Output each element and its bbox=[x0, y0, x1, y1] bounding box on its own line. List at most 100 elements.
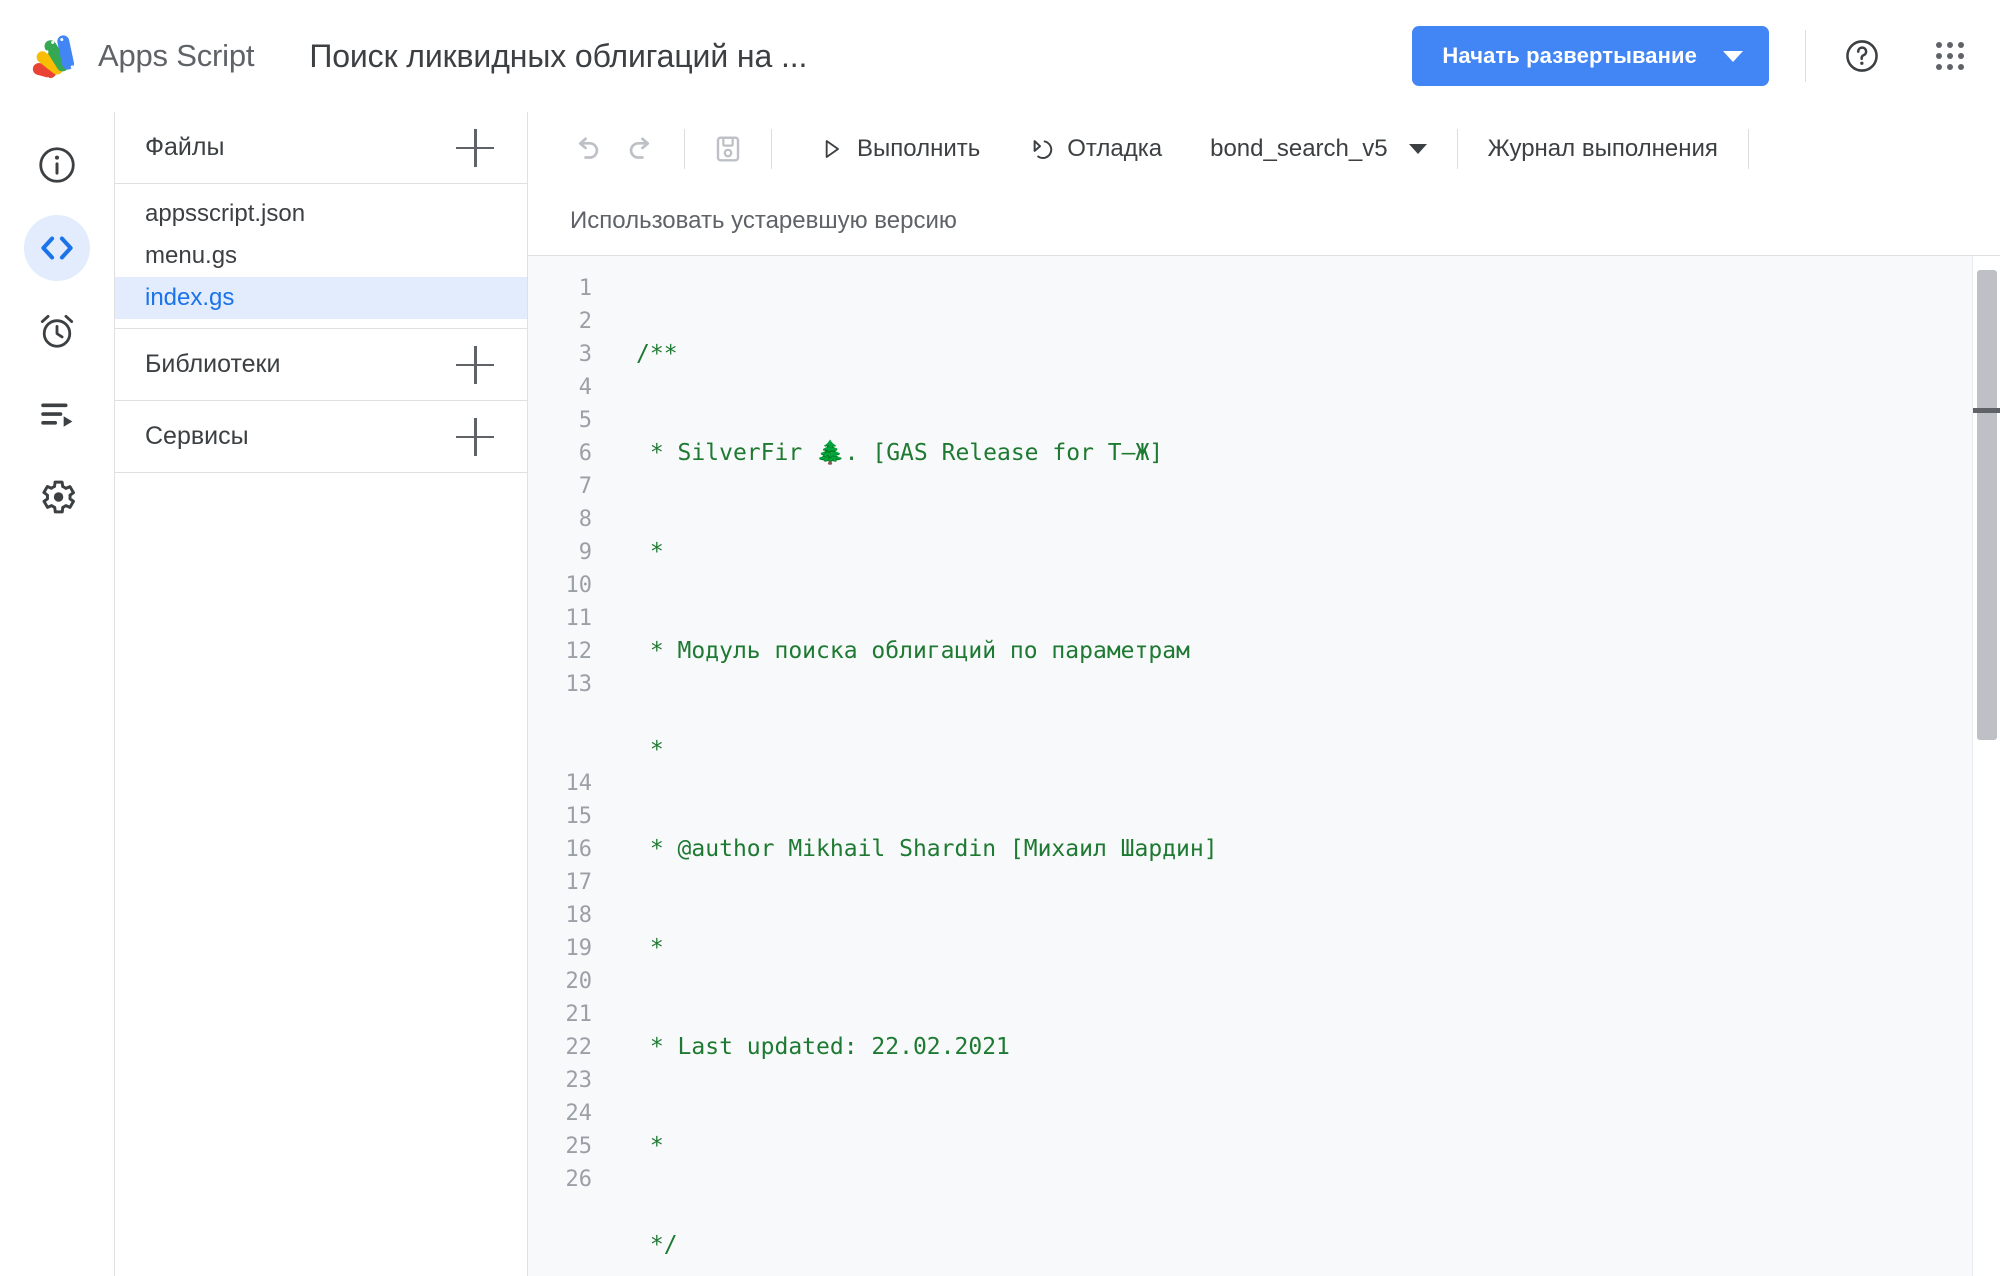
scrollbar-thumb[interactable] bbox=[1977, 270, 1997, 740]
legacy-version-notice-label: Использовать устаревшую версию bbox=[570, 206, 957, 234]
code-text: * bbox=[636, 1133, 664, 1159]
apps-script-logo bbox=[32, 35, 74, 81]
debug-button[interactable]: Отладка bbox=[1012, 127, 1176, 171]
line-number-gutter: 1 2 3 4 5 6 7 8 9 10 11 12 13 14 15 16 1… bbox=[528, 272, 610, 1276]
apps-grid-button[interactable] bbox=[1922, 28, 1978, 84]
redo-arrow-icon bbox=[629, 137, 650, 159]
code-content[interactable]: /** * SilverFir 🌲. [GAS Release for Т—Ж]… bbox=[610, 272, 1972, 1276]
add-file-button[interactable] bbox=[453, 126, 497, 170]
line-number: 14 bbox=[565, 771, 593, 796]
app-header: Apps Script Поиск ликвидных облигаций на… bbox=[0, 0, 2000, 112]
gear-icon bbox=[42, 480, 75, 514]
code-text: * bbox=[636, 539, 664, 565]
line-number: 7 bbox=[578, 474, 592, 499]
line-number: 9 bbox=[578, 540, 592, 565]
line-number: 21 bbox=[565, 1002, 593, 1027]
debug-button-label: Отладка bbox=[1067, 135, 1163, 162]
line-number: 22 bbox=[565, 1035, 593, 1060]
file-item-menu-gs[interactable]: menu.gs bbox=[115, 235, 527, 277]
code-text: * @author Mikhail Shardin [Михаил Шардин… bbox=[636, 836, 1218, 862]
header-divider bbox=[1805, 30, 1806, 82]
file-item-appsscript-json[interactable]: appsscript.json bbox=[115, 193, 527, 235]
line-number: 5 bbox=[578, 408, 592, 433]
code-line: * SilverFir 🌲. [GAS Release for Т—Ж] bbox=[636, 437, 1972, 470]
line-number: 15 bbox=[565, 804, 593, 829]
debug-bug-icon bbox=[1033, 140, 1053, 159]
execution-log-button[interactable]: Журнал выполнения bbox=[1474, 127, 1732, 171]
line-number: 19 bbox=[565, 936, 593, 961]
undo-button[interactable] bbox=[560, 122, 614, 176]
play-triangle-icon bbox=[825, 140, 839, 158]
line-number: 26 bbox=[565, 1167, 593, 1192]
sidebar-item-triggers[interactable] bbox=[24, 298, 90, 364]
toolbar-divider bbox=[771, 129, 772, 169]
app-body: Файлы appsscript.json menu.gs index.gs Б… bbox=[0, 112, 2000, 1276]
code-line: * bbox=[636, 536, 1972, 569]
info-circle-icon bbox=[39, 147, 75, 183]
file-name: index.gs bbox=[145, 284, 235, 311]
function-select[interactable]: bond_search_v5 bbox=[1196, 127, 1440, 171]
line-number: 13 bbox=[565, 672, 593, 697]
add-library-button[interactable] bbox=[453, 343, 497, 387]
execution-list-icon bbox=[41, 403, 73, 427]
services-section-header: Сервисы bbox=[115, 401, 527, 473]
save-button[interactable] bbox=[701, 122, 755, 176]
chevron-down-icon bbox=[1723, 50, 1743, 62]
editor-vertical-scrollbar[interactable] bbox=[1972, 256, 2000, 1276]
code-line: * Модуль поиска облигаций по параметрам bbox=[636, 635, 1972, 668]
line-number: 16 bbox=[565, 837, 593, 862]
sidebar-item-overview[interactable] bbox=[24, 132, 90, 198]
toolbar-divider bbox=[1747, 129, 1749, 169]
run-button-label: Выполнить bbox=[857, 135, 981, 162]
save-disk-icon bbox=[716, 136, 740, 162]
code-text: /** bbox=[636, 341, 678, 367]
libraries-section-header: Библиотеки bbox=[115, 329, 527, 401]
code-text: * Last updated: 22.02.2021 bbox=[636, 1034, 1010, 1060]
code-brackets-icon bbox=[41, 236, 73, 260]
run-button[interactable]: Выполнить bbox=[804, 127, 994, 171]
chevron-down-icon bbox=[1408, 144, 1427, 154]
alarm-clock-icon bbox=[40, 314, 74, 348]
code-text: * SilverFir 🌲. [GAS Release for Т—Ж] bbox=[636, 440, 1164, 466]
execution-log-label: Журнал выполнения bbox=[1487, 135, 1718, 162]
line-number: 8 bbox=[578, 507, 592, 532]
file-name: appsscript.json bbox=[145, 200, 306, 227]
deploy-button[interactable]: Начать развертывание bbox=[1412, 26, 1769, 86]
sidebar-item-executions[interactable] bbox=[24, 381, 90, 447]
page-title[interactable]: Поиск ликвидных облигаций на ... bbox=[309, 38, 807, 75]
line-number: 18 bbox=[565, 903, 593, 928]
scrollbar-marker bbox=[1973, 408, 2000, 413]
code-line: * Last updated: 22.02.2021 bbox=[636, 1031, 1972, 1064]
code-line: */ bbox=[636, 1229, 1972, 1262]
file-item-index-gs[interactable]: index.gs bbox=[115, 277, 527, 319]
sidebar-item-project-settings[interactable] bbox=[24, 464, 90, 530]
code-editor[interactable]: 1 2 3 4 5 6 7 8 9 10 11 12 13 14 15 16 1… bbox=[528, 256, 2000, 1276]
line-number: 11 bbox=[565, 606, 593, 631]
add-service-button[interactable] bbox=[453, 415, 497, 459]
code-line: * bbox=[636, 734, 1972, 767]
file-name: menu.gs bbox=[145, 242, 238, 269]
line-number: 25 bbox=[565, 1134, 593, 1159]
code-line: * bbox=[636, 932, 1972, 965]
line-number: 23 bbox=[565, 1068, 593, 1093]
sidebar-item-editor[interactable] bbox=[24, 215, 90, 281]
legacy-version-notice[interactable]: Использовать устаревшую версию bbox=[528, 186, 2000, 256]
editor-area: Выполнить Отладка bond_search_v5 Журнал … bbox=[528, 112, 2000, 1276]
redo-button[interactable] bbox=[614, 122, 668, 176]
files-section-header: Файлы bbox=[115, 112, 527, 184]
code-line: * @author Mikhail Shardin [Михаил Шардин… bbox=[636, 833, 1972, 866]
brand[interactable]: Apps Script bbox=[30, 30, 255, 82]
help-circle-icon bbox=[1846, 40, 1878, 72]
libraries-section-title: Библиотеки bbox=[145, 350, 281, 378]
file-list: appsscript.json menu.gs index.gs bbox=[115, 184, 527, 329]
line-number: 10 bbox=[565, 573, 593, 598]
line-number: 2 bbox=[578, 309, 592, 334]
left-icon-rail bbox=[0, 112, 114, 1276]
toolbar-divider bbox=[684, 129, 685, 169]
function-select-value: bond_search_v5 bbox=[1210, 135, 1388, 162]
code-editor-inner: 1 2 3 4 5 6 7 8 9 10 11 12 13 14 15 16 1… bbox=[528, 256, 1972, 1276]
line-number: 17 bbox=[565, 870, 593, 895]
line-number: 3 bbox=[578, 342, 592, 367]
code-text: * bbox=[636, 935, 664, 961]
help-button[interactable] bbox=[1834, 28, 1890, 84]
